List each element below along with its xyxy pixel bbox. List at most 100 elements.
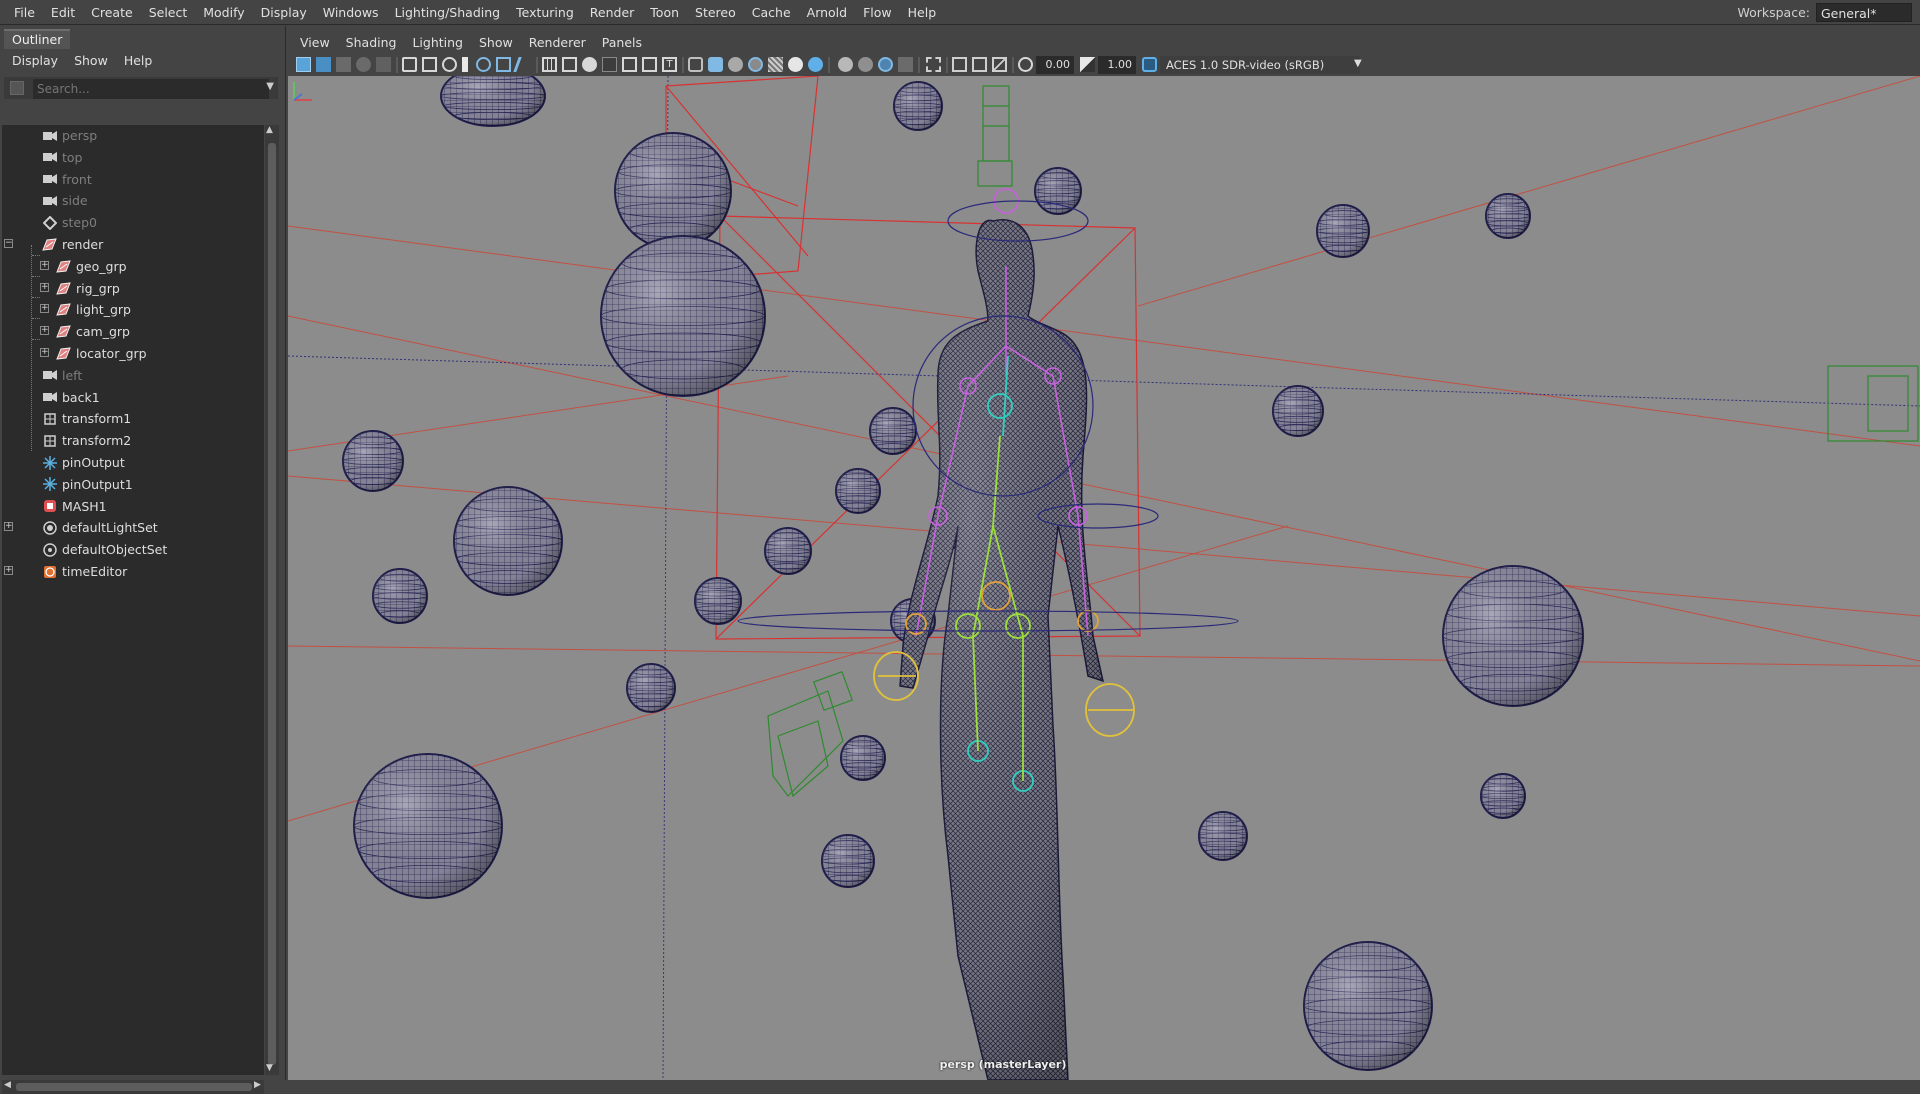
xray-icon[interactable] [602, 57, 617, 72]
menu-toon[interactable]: Toon [642, 0, 687, 25]
viewport-menu-shading[interactable]: Shading [338, 33, 405, 53]
wireframe-sphere[interactable] [614, 132, 732, 250]
xray-components-icon[interactable] [642, 57, 657, 72]
safe-title-icon[interactable] [513, 57, 534, 72]
viewport-scene[interactable] [288, 76, 1920, 1080]
isolate-icon[interactable] [926, 57, 941, 72]
view-transform-icon[interactable] [1142, 57, 1157, 72]
expand-toggle-icon[interactable]: + [40, 348, 49, 357]
wireframe-sphere[interactable] [1480, 773, 1526, 819]
3d-viewport[interactable]: persp (masterLayer) [288, 76, 1920, 1080]
wireframe-sphere[interactable] [764, 527, 812, 575]
textured-icon[interactable] [748, 57, 763, 72]
ortho-icon[interactable] [992, 57, 1007, 72]
select-camera-icon[interactable] [296, 57, 311, 72]
expand-toggle-icon[interactable]: + [4, 566, 13, 575]
menu-edit[interactable]: Edit [43, 0, 83, 25]
viewport-menu-show[interactable]: Show [471, 33, 521, 53]
menu-help[interactable]: Help [900, 0, 945, 25]
resolution-gate-icon[interactable] [442, 57, 457, 72]
scroll-up-arrow-icon[interactable]: ▲ [266, 125, 273, 135]
wireframe-sphere[interactable] [626, 663, 676, 713]
wireframe-sphere[interactable] [342, 430, 404, 492]
gamma-field[interactable]: 1.00 [1098, 56, 1136, 74]
hud-icon[interactable] [898, 57, 913, 72]
wireframe-sphere[interactable] [694, 577, 742, 625]
outliner-tab[interactable]: Outliner [4, 29, 71, 49]
wireframe-sphere[interactable] [835, 468, 881, 514]
outliner-item-defaultobjectset[interactable]: defaultObjectSet [2, 539, 264, 560]
outliner-menu-show[interactable]: Show [66, 51, 116, 71]
xray-joints-icon[interactable] [622, 57, 637, 72]
color-space-chevron-down-icon[interactable]: ▼ [1354, 58, 1362, 69]
menu-flow[interactable]: Flow [855, 0, 900, 25]
scroll-left-arrow-icon[interactable]: ◀ [4, 1080, 11, 1090]
backface-icon[interactable] [972, 57, 987, 72]
scroll-down-arrow-icon[interactable]: ▼ [266, 1063, 273, 1073]
outliner-item-back1[interactable]: back1 [2, 387, 264, 408]
screen-space-ao-icon[interactable] [808, 57, 823, 72]
wireframe-sphere[interactable] [453, 486, 563, 596]
bookmarks-icon[interactable] [336, 57, 351, 72]
menu-texturing[interactable]: Texturing [508, 0, 582, 25]
menu-file[interactable]: File [6, 0, 43, 25]
exposure-field[interactable]: 0.00 [1036, 56, 1074, 74]
menu-windows[interactable]: Windows [315, 0, 387, 25]
film-origin-icon[interactable] [562, 57, 577, 72]
expand-toggle-icon[interactable]: + [4, 522, 13, 532]
wireframe-on-shaded-icon[interactable] [728, 57, 743, 72]
outliner-item-locator-grp[interactable]: + locator_grp [2, 343, 264, 364]
menu-select[interactable]: Select [141, 0, 196, 25]
outliner-item-light-grp[interactable]: + light_grp [2, 299, 264, 320]
viewport-menu-renderer[interactable]: Renderer [521, 33, 594, 53]
outliner-item-left[interactable]: left [2, 365, 264, 386]
menu-create[interactable]: Create [83, 0, 141, 25]
wireframe-sphere[interactable] [440, 76, 546, 127]
horizontal-scroll-thumb[interactable] [16, 1083, 252, 1091]
expand-toggle-icon[interactable]: + [40, 304, 49, 314]
outliner-menu-help[interactable]: Help [116, 51, 161, 71]
menu-display[interactable]: Display [253, 0, 315, 25]
film-gate-icon[interactable] [422, 57, 437, 72]
search-filter-icon[interactable] [10, 81, 24, 95]
outliner-item-front[interactable]: front [2, 169, 264, 190]
expand-toggle-icon[interactable]: + [40, 282, 49, 292]
outliner-item-geo-grp[interactable]: + geo_grp [2, 256, 264, 277]
outliner-item-persp[interactable]: persp [2, 125, 264, 146]
viewport-menu-lighting[interactable]: Lighting [404, 33, 471, 53]
workspace-dropdown[interactable]: General* [1816, 3, 1912, 22]
wireframe-sphere[interactable] [1485, 193, 1531, 239]
expand-toggle-icon[interactable]: + [40, 326, 49, 336]
camera-film-icon[interactable] [402, 57, 417, 72]
isolate-select-icon[interactable] [582, 57, 597, 72]
wireframe-sphere[interactable] [840, 735, 886, 781]
collapse-toggle-icon[interactable]: − [4, 239, 13, 248]
expand-toggle-icon[interactable]: + [40, 260, 49, 270]
outliner-item-render[interactable]: − render [2, 234, 264, 255]
image-plane-icon[interactable] [356, 57, 371, 72]
grease-pencil-icon[interactable] [376, 57, 391, 72]
outliner-item-pinoutput[interactable]: pinOutput [2, 452, 264, 473]
wireframe-sphere[interactable] [1303, 941, 1433, 1071]
multisample-aa-icon[interactable] [858, 57, 873, 72]
menu-stereo[interactable]: Stereo [687, 0, 744, 25]
outliner-item-rig-grp[interactable]: + rig_grp [2, 278, 264, 299]
wireframe-sphere[interactable] [893, 81, 943, 131]
wireframe-sphere[interactable] [600, 235, 766, 397]
menu-render[interactable]: Render [582, 0, 643, 25]
outliner-item-transform1[interactable]: transform1 [2, 408, 264, 429]
wireframe-sphere[interactable] [353, 753, 503, 899]
outliner-item-step0[interactable]: step0 [2, 212, 264, 233]
menu-arnold[interactable]: Arnold [799, 0, 855, 25]
exposure-icon[interactable] [1018, 57, 1033, 72]
gamma-icon[interactable] [1080, 57, 1095, 72]
wireframe-sphere[interactable] [821, 834, 875, 888]
camera-attributes-icon[interactable] [316, 57, 331, 72]
xray-active-icon[interactable] [952, 57, 967, 72]
wireframe-sphere[interactable] [1034, 167, 1082, 215]
vertical-scroll-thumb[interactable] [268, 143, 276, 1065]
outliner-item-transform2[interactable]: transform2 [2, 430, 264, 451]
outliner-item-mash1[interactable]: MASH1 [2, 496, 264, 517]
wireframe-sphere[interactable] [1316, 204, 1370, 258]
outliner-item-cam-grp[interactable]: + cam_grp [2, 321, 264, 342]
